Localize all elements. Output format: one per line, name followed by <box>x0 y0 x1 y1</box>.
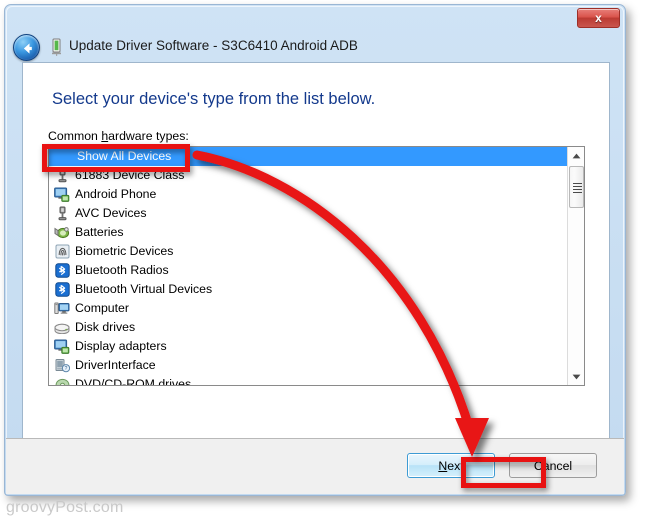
disc-icon <box>53 377 71 385</box>
list-item-label: Bluetooth Radios <box>75 263 169 277</box>
content-pane: Select your device's type from the list … <box>22 62 610 480</box>
list-item-label: Display adapters <box>75 339 167 353</box>
disk-icon <box>53 320 71 336</box>
list-item-label: AVC Devices <box>75 206 147 220</box>
list-item-label: Disk drives <box>75 320 136 334</box>
screenshot-root: x Update Driver Software - S3C6410 Andro… <box>0 0 648 522</box>
list-item-label: Android Phone <box>75 187 157 201</box>
list-item[interactable]: Bluetooth Radios <box>49 261 567 280</box>
list-scroll-area[interactable]: Show All Devices 61883 Device Class Androi… <box>49 147 567 385</box>
monitor-icon <box>53 187 71 203</box>
svg-text:?: ? <box>64 366 67 372</box>
list-item[interactable]: AVC Devices <box>49 204 567 223</box>
list-item[interactable]: ? DriverInterface <box>49 356 567 375</box>
back-button[interactable] <box>13 34 40 61</box>
scrollbar-thumb[interactable] <box>569 166 584 208</box>
watermark: groovyPost.com <box>6 499 124 516</box>
annotation-box-show-all-devices <box>42 144 190 172</box>
list-item[interactable]: Bluetooth Virtual Devices <box>49 280 567 299</box>
bluetooth-icon <box>53 263 71 279</box>
list-label-post: ardware types: <box>108 129 189 143</box>
list-item-label: Batteries <box>75 225 124 239</box>
list-label-pre: Common <box>48 129 102 143</box>
bluetooth-icon <box>53 282 71 298</box>
list-item-label: DriverInterface <box>75 358 156 372</box>
list-item-label: Biometric Devices <box>75 244 174 258</box>
next-button-accel: N <box>438 458 448 473</box>
update-driver-dialog: x Update Driver Software - S3C6410 Andro… <box>4 4 626 496</box>
list-item-label: DVD/CD-ROM drives <box>75 377 192 385</box>
page-heading: Select your device's type from the list … <box>52 90 376 108</box>
list-item[interactable]: Android Phone <box>49 185 567 204</box>
computer-icon <box>53 301 71 317</box>
list-item-label: Computer <box>75 301 129 315</box>
list-item-label: Bluetooth Virtual Devices <box>75 282 213 296</box>
list-item[interactable]: Biometric Devices <box>49 242 567 261</box>
list-item[interactable]: Computer <box>49 299 567 318</box>
list-item[interactable]: Disk drives <box>49 318 567 337</box>
list-scrollbar[interactable] <box>567 147 584 385</box>
close-button[interactable]: x <box>577 8 620 28</box>
list-item[interactable]: DVD/CD-ROM drives <box>49 375 567 385</box>
hardware-types-listbox[interactable]: Show All Devices 61883 Device Class Androi… <box>48 146 585 386</box>
driver-icon: ? <box>53 358 71 374</box>
scrollbar-grip-icon <box>573 183 582 195</box>
monitor-icon <box>53 339 71 355</box>
close-icon: x <box>595 11 602 25</box>
window-title: Update Driver Software - S3C6410 Android… <box>69 38 358 53</box>
scroll-up-icon[interactable] <box>568 147 584 164</box>
scroll-down-icon[interactable] <box>568 368 584 385</box>
list-item[interactable]: Display adapters <box>49 337 567 356</box>
fingerprint-icon <box>53 244 71 260</box>
usb-icon <box>53 206 71 222</box>
battery-icon <box>53 225 71 241</box>
title-bar: x Update Driver Software - S3C6410 Andro… <box>5 5 627 61</box>
device-icon <box>50 38 63 56</box>
annotation-box-next-button <box>461 457 546 488</box>
list-label: Common hardware types: <box>48 129 189 143</box>
list-item[interactable]: Batteries <box>49 223 567 242</box>
